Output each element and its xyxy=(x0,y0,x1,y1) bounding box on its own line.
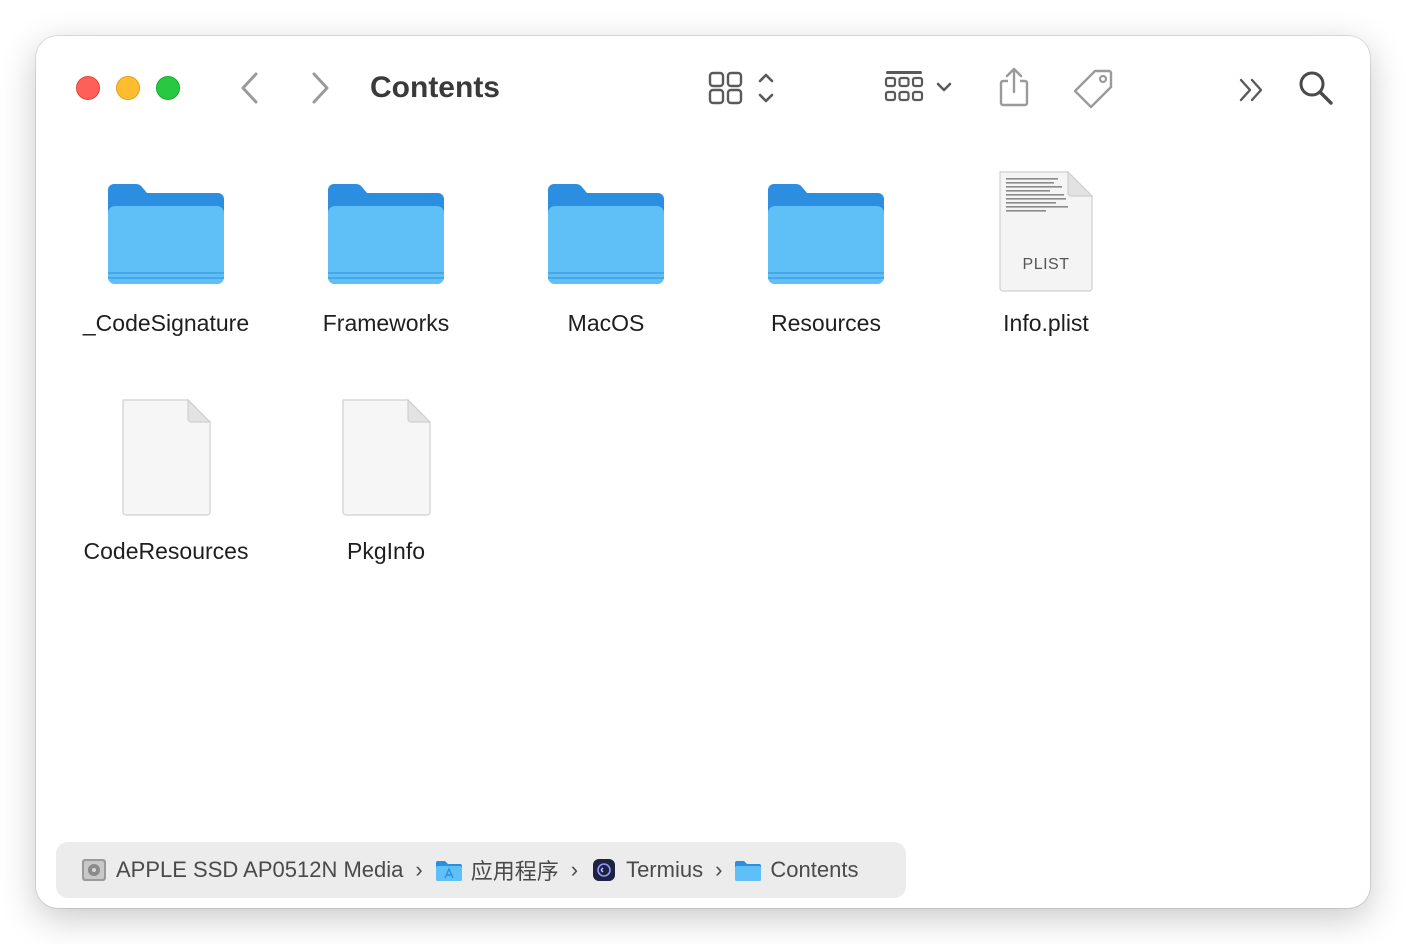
chevron-left-icon xyxy=(241,72,258,104)
icon-grid-view-icon xyxy=(708,71,774,105)
file-name: PkgInfo xyxy=(347,538,425,564)
path-label: 应用程序 xyxy=(470,859,559,884)
file-name: _CodeSignature xyxy=(82,310,250,336)
chevron-right-icon xyxy=(312,72,329,104)
file-name: CodeResources xyxy=(83,538,249,564)
zoom-button[interactable] xyxy=(156,76,180,100)
tag-button[interactable] xyxy=(1070,66,1118,110)
file-item-coderesources[interactable]: CodeResources xyxy=(56,392,276,565)
path-label: Termius xyxy=(626,857,704,882)
file-item-macos[interactable]: MacOS xyxy=(496,164,716,337)
path-separator: › xyxy=(715,857,723,882)
minimize-button[interactable] xyxy=(116,76,140,100)
search-button[interactable] xyxy=(1294,66,1338,110)
share-button[interactable] xyxy=(994,64,1034,110)
search-icon xyxy=(1299,71,1333,105)
applications-folder-icon xyxy=(435,856,463,884)
plist-tag: PLIST xyxy=(1022,256,1070,273)
path-item-applications[interactable]: 应用程序 xyxy=(435,854,559,886)
path-bar: APPLE SSD AP0512N Media › 应用程序 › Termius… xyxy=(56,842,906,898)
file-name: Resources xyxy=(771,310,881,336)
folder-icon xyxy=(276,164,496,304)
path-label: APPLE SSD AP0512N Media xyxy=(116,857,404,882)
double-chevron-icon xyxy=(1239,78,1263,102)
file-name: Info.plist xyxy=(1003,310,1089,336)
file-item-codesignature[interactable]: _CodeSignature xyxy=(56,164,276,337)
path-label: Contents xyxy=(770,857,859,882)
forward-button[interactable] xyxy=(302,70,338,106)
finder-window: Contents _CodeSignature Frameworks MacOS… xyxy=(36,36,1370,908)
tag-icon xyxy=(1073,69,1113,109)
folder-icon xyxy=(496,164,716,304)
folder-icon xyxy=(734,856,762,884)
file-item-frameworks[interactable]: Frameworks xyxy=(276,164,496,337)
termius-app-icon xyxy=(590,856,618,884)
file-item-resources[interactable]: Resources xyxy=(716,164,936,337)
folder-icon xyxy=(56,164,276,304)
path-item-termius[interactable]: Termius xyxy=(590,856,703,884)
plist-document-icon: PLIST xyxy=(936,164,1156,304)
file-name: Frameworks xyxy=(322,310,450,336)
group-by-icon xyxy=(884,71,952,102)
more-toolbar-button[interactable] xyxy=(1234,72,1270,108)
path-separator: › xyxy=(570,857,579,882)
path-item-disk[interactable]: APPLE SSD AP0512N Media xyxy=(80,856,403,884)
view-mode-button[interactable] xyxy=(704,66,784,110)
document-icon xyxy=(276,392,496,532)
folder-icon xyxy=(716,164,936,304)
group-by-button[interactable] xyxy=(880,66,960,110)
file-item-pkginfo[interactable]: PkgInfo xyxy=(276,392,496,565)
file-item-info-plist[interactable]: PLIST Info.plist xyxy=(936,164,1156,337)
path-separator: › xyxy=(415,857,423,882)
file-name: MacOS xyxy=(567,310,645,336)
window-title: Contents xyxy=(370,71,500,104)
path-item-contents[interactable]: Contents xyxy=(734,856,858,884)
share-icon xyxy=(999,67,1029,107)
close-button[interactable] xyxy=(76,76,100,100)
back-button[interactable] xyxy=(232,70,268,106)
document-icon xyxy=(56,392,276,532)
disk-icon xyxy=(80,856,108,884)
